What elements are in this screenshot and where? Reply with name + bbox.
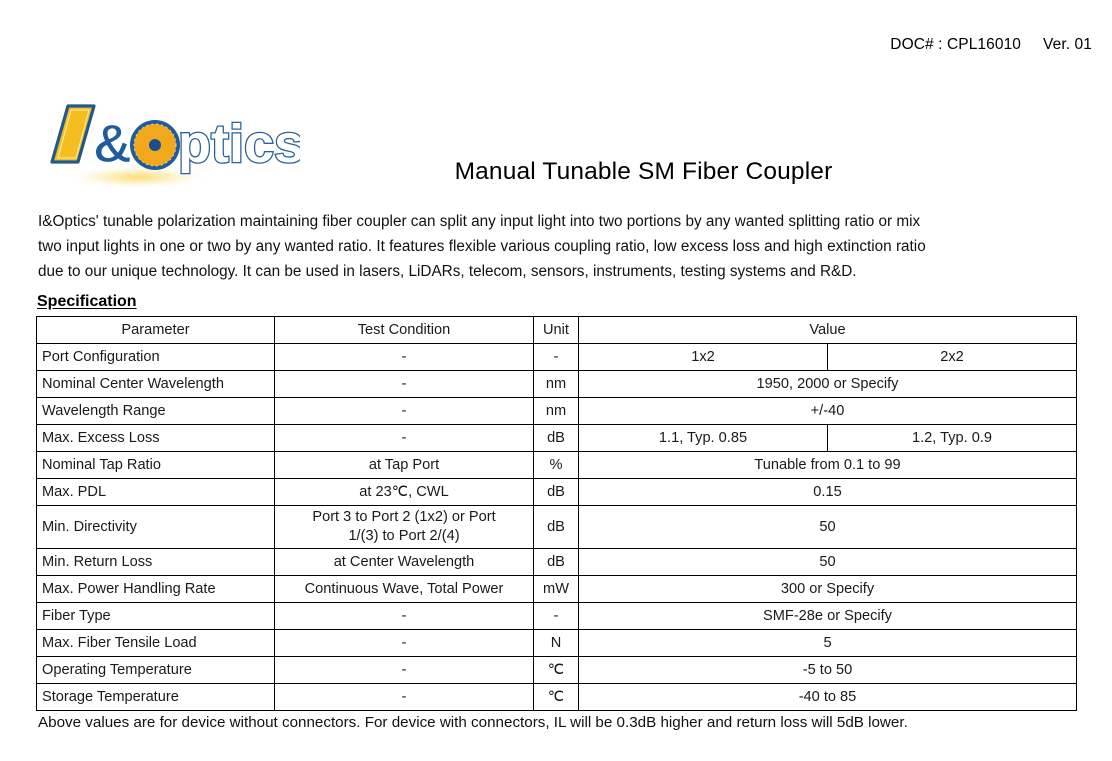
row-test-condition: - bbox=[274, 397, 534, 425]
row-unit: dB bbox=[533, 505, 579, 549]
row-parameter: Min. Return Loss bbox=[36, 548, 275, 576]
row-value: 1950, 2000 or Specify bbox=[578, 370, 1077, 398]
row-unit: dB bbox=[533, 478, 579, 506]
specification-table-container: Parameter Test Condition Unit Value Port… bbox=[36, 316, 1077, 711]
row-test-condition: - bbox=[274, 656, 534, 684]
row-value: Tunable from 0.1 to 99 bbox=[578, 451, 1077, 479]
header-parameter: Parameter bbox=[36, 316, 275, 344]
row-unit: dB bbox=[533, 424, 579, 452]
row-parameter: Storage Temperature bbox=[36, 683, 275, 711]
table-row: Nominal Tap Ratio at Tap Port % Tunable … bbox=[36, 451, 1077, 479]
row-value-2x2: 2x2 bbox=[827, 343, 1077, 371]
row-test-condition: - bbox=[274, 602, 534, 630]
row-parameter: Nominal Tap Ratio bbox=[36, 451, 275, 479]
specification-heading: Specification bbox=[37, 293, 137, 310]
row-test-condition: - bbox=[274, 370, 534, 398]
table-row: Min. Return Loss at Center Wavelength dB… bbox=[36, 548, 1077, 576]
row-value-2x2: 1.2, Typ. 0.9 bbox=[827, 424, 1077, 452]
row-value-1x2: 1.1, Typ. 0.85 bbox=[578, 424, 828, 452]
row-value: SMF-28e or Specify bbox=[578, 602, 1077, 630]
table-row: Wavelength Range - nm +/-40 bbox=[36, 397, 1077, 425]
row-value-1x2: 1x2 bbox=[578, 343, 828, 371]
doc-version: Ver. 01 bbox=[1043, 36, 1092, 53]
intro-line-1: I&Optics' tunable polarization maintaini… bbox=[38, 213, 921, 230]
table-header-row: Parameter Test Condition Unit Value bbox=[36, 316, 1077, 344]
row-parameter: Max. Fiber Tensile Load bbox=[36, 629, 275, 657]
row-unit: nm bbox=[533, 397, 579, 425]
row-unit: dB bbox=[533, 548, 579, 576]
table-row: Operating Temperature - ℃ -5 to 50 bbox=[36, 656, 1077, 684]
doc-number: DOC# : CPL16010 bbox=[890, 36, 1022, 53]
table-row: Min. Directivity Port 3 to Port 2 (1x2) … bbox=[36, 505, 1077, 549]
intro-line-3: due to our unique technology. It can be … bbox=[38, 263, 857, 280]
row-parameter: Wavelength Range bbox=[36, 397, 275, 425]
header-value: Value bbox=[578, 316, 1077, 344]
row-unit: % bbox=[533, 451, 579, 479]
row-test-condition: at 23℃, CWL bbox=[274, 478, 534, 506]
table-row: Max. PDL at 23℃, CWL dB 0.15 bbox=[36, 478, 1077, 506]
row-test-condition: - bbox=[274, 629, 534, 657]
row-parameter: Min. Directivity bbox=[36, 505, 275, 549]
row-test-condition: Port 3 to Port 2 (1x2) or Port 1/(3) to … bbox=[274, 505, 534, 549]
table-row: Fiber Type - - SMF-28e or Specify bbox=[36, 602, 1077, 630]
row-unit: mW bbox=[533, 575, 579, 603]
row-test-condition-line-1: Port 3 to Port 2 (1x2) or Port bbox=[312, 509, 496, 525]
row-test-condition-line-2: 1/(3) to Port 2/(4) bbox=[348, 528, 460, 544]
row-unit: N bbox=[533, 629, 579, 657]
row-parameter: Max. Excess Loss bbox=[36, 424, 275, 452]
row-parameter: Fiber Type bbox=[36, 602, 275, 630]
row-parameter: Nominal Center Wavelength bbox=[36, 370, 275, 398]
row-value: +/-40 bbox=[578, 397, 1077, 425]
row-unit: nm bbox=[533, 370, 579, 398]
row-unit: ℃ bbox=[533, 656, 579, 684]
row-value: 50 bbox=[578, 505, 1077, 549]
row-parameter: Max. Power Handling Rate bbox=[36, 575, 275, 603]
row-parameter: Operating Temperature bbox=[36, 656, 275, 684]
row-parameter: Port Configuration bbox=[36, 343, 275, 371]
row-value: -5 to 50 bbox=[578, 656, 1077, 684]
row-parameter: Max. PDL bbox=[36, 478, 275, 506]
row-test-condition: at Center Wavelength bbox=[274, 548, 534, 576]
row-value: 5 bbox=[578, 629, 1077, 657]
row-unit: - bbox=[533, 343, 579, 371]
row-test-condition: - bbox=[274, 683, 534, 711]
page-title: Manual Tunable SM Fiber Coupler bbox=[454, 158, 833, 185]
document-header: DOC# : CPL16010 Ver. 01 bbox=[890, 36, 1092, 54]
row-test-condition: - bbox=[274, 343, 534, 371]
row-value: 300 or Specify bbox=[578, 575, 1077, 603]
intro-line-2: two input lights in one or two by any wa… bbox=[38, 238, 926, 255]
table-row: Max. Power Handling Rate Continuous Wave… bbox=[36, 575, 1077, 603]
table-row: Storage Temperature - ℃ -40 to 85 bbox=[36, 683, 1077, 711]
table-row: Max. Fiber Tensile Load - N 5 bbox=[36, 629, 1077, 657]
table-row: Max. Excess Loss - dB 1.1, Typ. 0.85 1.2… bbox=[36, 424, 1077, 452]
table-row: Nominal Center Wavelength - nm 1950, 200… bbox=[36, 370, 1077, 398]
row-test-condition: Continuous Wave, Total Power bbox=[274, 575, 534, 603]
row-value: 0.15 bbox=[578, 478, 1077, 506]
specification-table: Parameter Test Condition Unit Value Port… bbox=[36, 316, 1077, 711]
row-value: -40 to 85 bbox=[578, 683, 1077, 711]
header-test-condition: Test Condition bbox=[274, 316, 534, 344]
row-value: 50 bbox=[578, 548, 1077, 576]
logo-letter-i bbox=[50, 104, 96, 164]
row-test-condition: at Tap Port bbox=[274, 451, 534, 479]
table-row: Port Configuration - - 1x2 2x2 bbox=[36, 343, 1077, 371]
footer-note: Above values are for device without conn… bbox=[38, 714, 908, 731]
row-unit: ℃ bbox=[533, 683, 579, 711]
intro-paragraph: I&Optics' tunable polarization maintaini… bbox=[38, 209, 1046, 284]
header-unit: Unit bbox=[533, 316, 579, 344]
row-test-condition: - bbox=[274, 424, 534, 452]
row-unit: - bbox=[533, 602, 579, 630]
